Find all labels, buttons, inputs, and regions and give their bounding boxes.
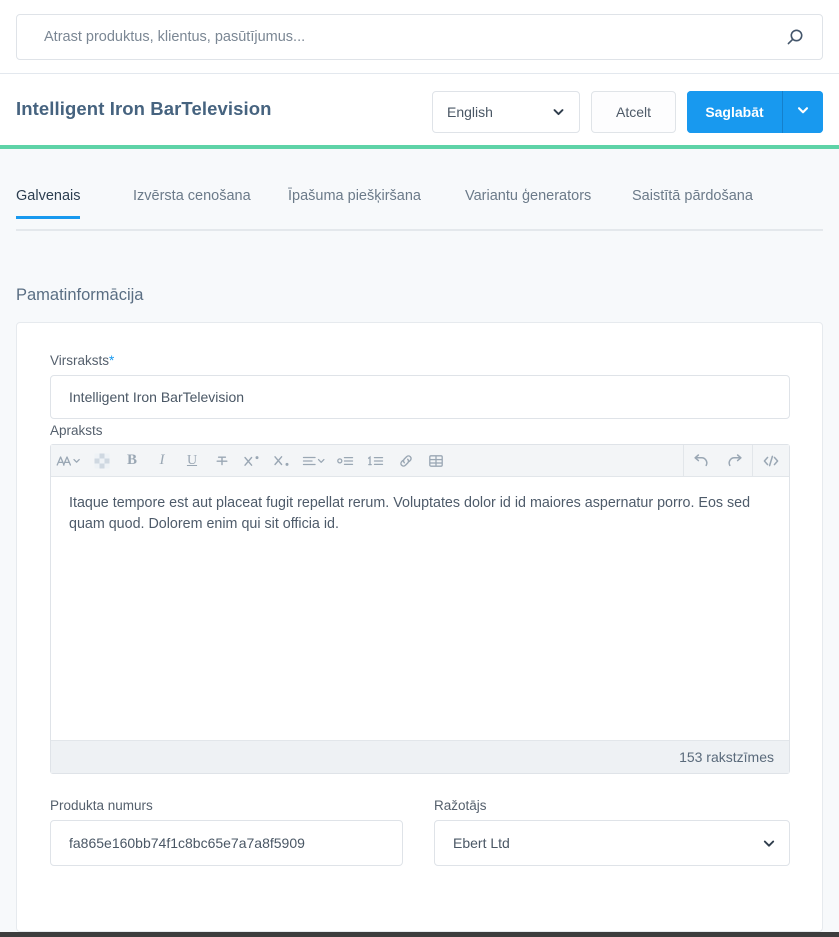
content-area: Galvenais Izvērsta cenošana Īpašuma pieš… bbox=[0, 149, 839, 932]
section-title: Pamatinformācija bbox=[16, 286, 144, 304]
page-header: Intelligent Iron BarTelevision English A… bbox=[0, 75, 839, 145]
tab-variantu-generators[interactable]: Variantu ģenerators bbox=[465, 188, 591, 216]
title-field-label-text: Virsraksts bbox=[50, 353, 110, 368]
language-select-value: English bbox=[447, 104, 493, 120]
header-actions: English Atcelt Saglabāt bbox=[432, 91, 823, 133]
language-select[interactable]: English bbox=[432, 91, 580, 133]
title-input[interactable] bbox=[50, 375, 790, 419]
page-title: Intelligent Iron BarTelevision bbox=[16, 98, 272, 119]
strikethrough-icon[interactable] bbox=[207, 445, 237, 477]
tab-galvenais[interactable]: Galvenais bbox=[16, 188, 81, 219]
save-button[interactable]: Saglabāt bbox=[687, 91, 782, 133]
tab-ipasuma-pieskirsana[interactable]: Īpašuma piešķiršana bbox=[288, 188, 421, 216]
description-text[interactable]: Itaque tempore est aut placeat fugit rep… bbox=[51, 478, 789, 740]
manufacturer-select[interactable]: Ebert Ltd bbox=[434, 820, 790, 866]
tab-bar: Galvenais Izvērsta cenošana Īpašuma pieš… bbox=[16, 188, 823, 231]
undo-icon[interactable] bbox=[684, 445, 718, 477]
cancel-button[interactable]: Atcelt bbox=[591, 91, 676, 133]
required-marker: * bbox=[109, 353, 115, 368]
chevron-down-icon bbox=[796, 103, 810, 122]
manufacturer-select-value: Ebert Ltd bbox=[453, 835, 510, 851]
chevron-down-icon bbox=[762, 837, 775, 850]
search-box[interactable] bbox=[16, 14, 823, 60]
global-search-bar bbox=[0, 0, 839, 74]
search-icon[interactable] bbox=[784, 27, 806, 49]
superscript-icon[interactable] bbox=[237, 445, 267, 477]
save-button-group: Saglabāt bbox=[687, 91, 823, 133]
tab-saistita-pardosana[interactable]: Saistītā pārdošana bbox=[632, 188, 753, 216]
chevron-down-icon bbox=[552, 106, 565, 119]
font-family-icon[interactable] bbox=[51, 445, 87, 477]
description-rich-text-editor: B I U Itaque tempore est aut placeat fug… bbox=[50, 444, 790, 774]
manufacturer-label: Ražotājs bbox=[434, 798, 487, 813]
description-field-label: Apraksts bbox=[50, 423, 103, 438]
background-color-icon[interactable] bbox=[87, 445, 117, 477]
align-icon[interactable] bbox=[297, 445, 331, 477]
bullet-list-icon[interactable] bbox=[331, 445, 361, 477]
character-counter: 153 rakstzīmes bbox=[51, 740, 789, 773]
search-input[interactable] bbox=[42, 15, 762, 59]
link-icon[interactable] bbox=[391, 445, 421, 477]
product-number-label: Produkta numurs bbox=[50, 798, 153, 813]
subscript-icon[interactable] bbox=[267, 445, 297, 477]
underline-icon[interactable]: U bbox=[177, 445, 207, 477]
product-number-input[interactable] bbox=[50, 820, 403, 866]
italic-icon[interactable]: I bbox=[147, 445, 177, 477]
editor-toolbar: B I U bbox=[51, 444, 789, 477]
save-options-button[interactable] bbox=[782, 91, 823, 133]
tab-izversta-cenosana[interactable]: Izvērsta cenošana bbox=[133, 188, 251, 216]
numbered-list-icon[interactable] bbox=[361, 445, 391, 477]
bold-icon[interactable]: B bbox=[117, 445, 147, 477]
redo-icon[interactable] bbox=[718, 445, 752, 477]
window-bottom-edge bbox=[0, 932, 839, 937]
basic-info-card: Virsraksts* Apraksts bbox=[16, 322, 823, 932]
title-field-label: Virsraksts* bbox=[50, 353, 114, 368]
table-icon[interactable] bbox=[421, 445, 451, 477]
code-view-icon[interactable] bbox=[753, 445, 789, 477]
